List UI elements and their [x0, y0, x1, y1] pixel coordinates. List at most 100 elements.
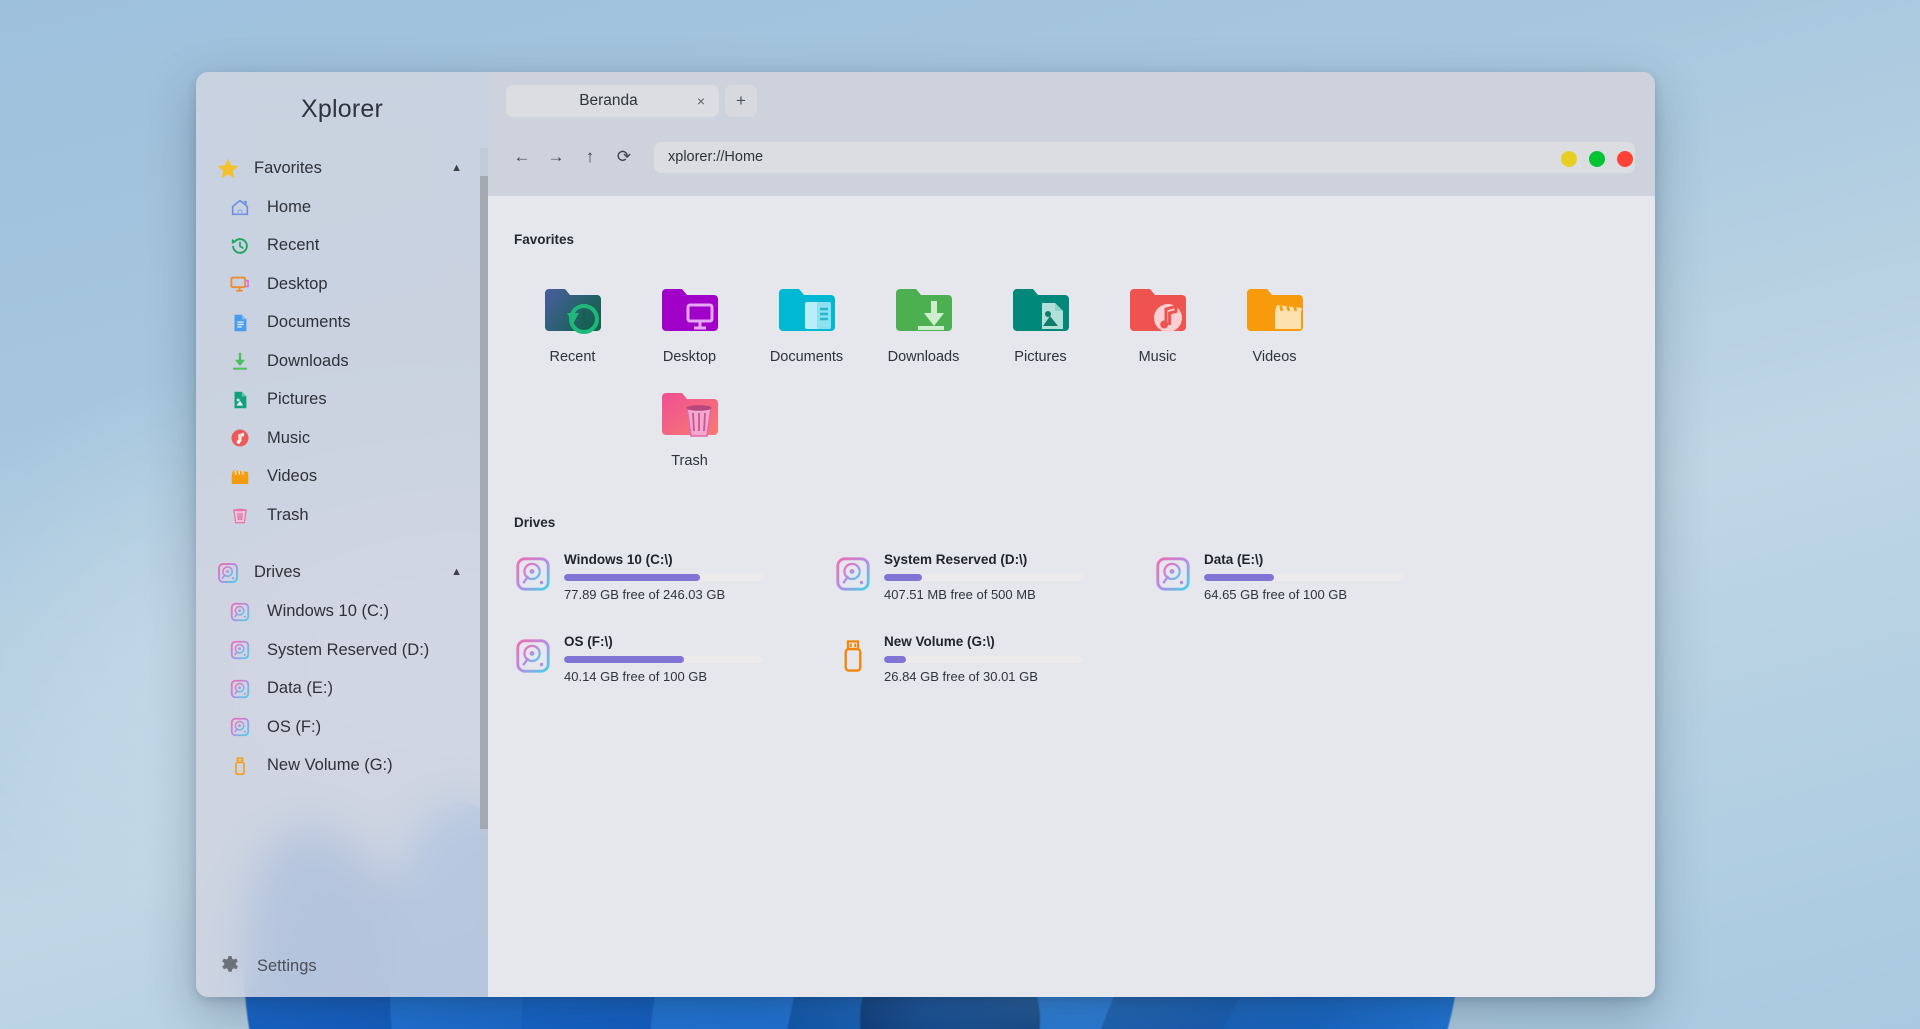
drive-meta: System Reserved (D:\) 407.51 MB free of … [884, 552, 1154, 602]
drives-grid: Windows 10 (C:\) 77.89 GB free of 246.03… [514, 548, 1514, 684]
sidebar-item-drive-c[interactable]: Windows 10 (C:) [196, 593, 478, 632]
app-title: Xplorer [301, 95, 383, 123]
favorite-item-label: Videos [1252, 349, 1297, 365]
sidebar-item-pictures[interactable]: Pictures [196, 381, 478, 420]
favorite-item-documents[interactable]: Documents [748, 261, 865, 365]
sidebar-item-label: Home [267, 197, 312, 216]
close-icon[interactable]: × [689, 89, 713, 113]
favorite-item-pictures[interactable]: Pictures [982, 261, 1099, 365]
window-controls [1561, 151, 1633, 167]
drive-capacity-text: 26.84 GB free of 30.01 GB [884, 669, 1038, 684]
trash-icon [229, 504, 251, 526]
grid-filler [514, 365, 631, 469]
folder-pictures-icon [1009, 283, 1073, 341]
home-icon [229, 196, 251, 218]
folder-documents-icon [775, 283, 839, 341]
forward-button[interactable]: → [540, 142, 572, 172]
sidebar-group-drives[interactable]: Drives ▲ [196, 553, 478, 593]
drive-name: New Volume (G:\) [884, 634, 995, 649]
drive-item-e[interactable]: Data (E:\) 64.65 GB free of 100 GB [1154, 548, 1474, 602]
sidebar-item-recent[interactable]: Recent [196, 227, 478, 266]
sidebar-item-music[interactable]: Music [196, 419, 478, 458]
favorite-item-trash[interactable]: Trash [631, 365, 748, 469]
address-input[interactable]: xplorer://Home [654, 141, 1635, 173]
reload-button[interactable]: ⟳ [608, 142, 640, 172]
hard-drive-icon [1154, 555, 1192, 593]
drive-usage-fill [564, 574, 700, 581]
favorite-item-music[interactable]: Music [1099, 261, 1216, 365]
sidebar-item-downloads[interactable]: Downloads [196, 342, 478, 381]
sidebar-item-trash[interactable]: Trash [196, 496, 478, 535]
sidebar-scrollbar-track[interactable] [480, 148, 488, 935]
sidebar-item-videos[interactable]: Videos [196, 458, 478, 497]
sidebar-item-label: OS (F:) [267, 717, 322, 736]
drive-usage-bar [1204, 574, 1404, 581]
drive-meta: Data (E:\) 64.65 GB free of 100 GB [1204, 552, 1474, 602]
drive-capacity-text: 77.89 GB free of 246.03 GB [564, 587, 726, 602]
xplorer-window: Xplorer Favorites ▲ Home Recent Desktop … [196, 72, 1655, 997]
sidebar-item-drive-f[interactable]: OS (F:) [196, 708, 478, 747]
clapperboard-icon [229, 466, 251, 488]
sidebar-group-label: Drives [254, 563, 301, 581]
sidebar-item-label: System Reserved (D:) [267, 640, 430, 659]
sidebar-item-label: Data (E:) [267, 679, 334, 698]
favorite-item-label: Documents [769, 349, 844, 365]
drive-name: Windows 10 (C:\) [564, 552, 673, 567]
drives-section-title: Drives [514, 515, 556, 530]
sidebar: Xplorer Favorites ▲ Home Recent Desktop … [196, 72, 488, 997]
tab-label: Beranda [579, 92, 638, 109]
favorite-item-desktop[interactable]: Desktop [631, 261, 748, 365]
grid-filler [1154, 630, 1474, 684]
drive-capacity-text: 407.51 MB free of 500 MB [884, 587, 1036, 602]
drive-usage-bar [884, 574, 1084, 581]
sidebar-item-drive-g[interactable]: New Volume (G:) [196, 747, 478, 786]
sidebar-scroll-region: Favorites ▲ Home Recent Desktop Document… [196, 148, 488, 935]
drive-usage-fill [884, 574, 922, 581]
new-tab-button[interactable]: + [725, 85, 757, 117]
drive-item-c[interactable]: Windows 10 (C:\) 77.89 GB free of 246.03… [514, 548, 834, 602]
hard-drive-icon [834, 555, 872, 593]
favorite-item-label: Downloads [887, 349, 960, 365]
up-button[interactable]: ↑ [574, 142, 606, 172]
drive-item-g[interactable]: New Volume (G:\) 26.84 GB free of 30.01 … [834, 630, 1154, 684]
sidebar-item-label: Downloads [267, 351, 349, 370]
chevron-up-icon[interactable]: ▲ [451, 567, 462, 578]
sidebar-item-desktop[interactable]: Desktop [196, 265, 478, 304]
hard-drive-icon [514, 637, 552, 675]
sidebar-item-drive-d[interactable]: System Reserved (D:) [196, 631, 478, 670]
drive-usage-bar [564, 574, 764, 581]
favorite-item-videos[interactable]: Videos [1216, 261, 1333, 365]
sidebar-item-drive-e[interactable]: Data (E:) [196, 670, 478, 709]
navigation-row: ← → ↑ ⟳ xplorer://Home [506, 136, 1637, 178]
recent-clock-icon [229, 235, 251, 257]
drive-meta: OS (F:\) 40.14 GB free of 100 GB [564, 634, 834, 684]
favorite-item-downloads[interactable]: Downloads [865, 261, 982, 365]
favorite-item-label: Trash [671, 453, 708, 469]
picture-icon [229, 389, 251, 411]
hard-drive-icon [229, 639, 251, 661]
drive-usage-fill [564, 656, 684, 663]
chevron-up-icon[interactable]: ▲ [451, 162, 462, 174]
sidebar-item-settings[interactable]: Settings [196, 935, 488, 997]
close-button[interactable] [1617, 151, 1633, 167]
favorites-grid: Recent Desktop Documents Downloads Pictu… [514, 261, 1449, 469]
hard-drive-icon [229, 678, 251, 700]
drive-item-d[interactable]: System Reserved (D:\) 407.51 MB free of … [834, 548, 1154, 602]
tab-beranda[interactable]: Beranda × [506, 85, 719, 117]
sidebar-item-documents[interactable]: Documents [196, 304, 478, 343]
drive-meta: Windows 10 (C:\) 77.89 GB free of 246.03… [564, 552, 834, 602]
drive-capacity-text: 40.14 GB free of 100 GB [564, 669, 708, 684]
minimize-button[interactable] [1561, 151, 1577, 167]
sidebar-item-home[interactable]: Home [196, 188, 478, 227]
drive-item-f[interactable]: OS (F:\) 40.14 GB free of 100 GB [514, 630, 834, 684]
sidebar-item-label: Desktop [267, 274, 328, 293]
favorites-section-title: Favorites [514, 232, 575, 247]
sidebar-group-favorites[interactable]: Favorites ▲ [196, 148, 478, 188]
drive-name: System Reserved (D:\) [884, 552, 1028, 567]
favorite-item-recent[interactable]: Recent [514, 261, 631, 365]
sidebar-scrollbar-thumb[interactable] [480, 175, 488, 829]
maximize-button[interactable] [1589, 151, 1605, 167]
gear-icon [218, 954, 242, 978]
back-button[interactable]: ← [506, 142, 538, 172]
